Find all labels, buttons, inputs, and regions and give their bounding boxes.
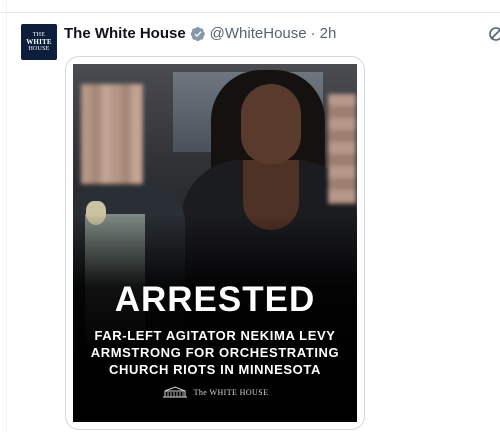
image-subline: ARMSTRONG FOR ORCHESTRATING xyxy=(90,345,340,360)
brand-text: The WHITE HOUSE xyxy=(193,387,269,397)
avatar-text: WHITE xyxy=(26,37,52,46)
image-subline: FAR-LEFT AGITATOR NEKIMA LEVY xyxy=(94,328,336,343)
avatar[interactable]: THE WHITE HOUSE xyxy=(21,24,57,60)
image-headline: ARRESTED xyxy=(114,280,316,319)
post-image[interactable]: ARRESTED FAR-LEFT AGITATOR NEKIMA LEVY A… xyxy=(73,64,357,422)
media-card[interactable]: ARRESTED FAR-LEFT AGITATOR NEKIMA LEVY A… xyxy=(65,56,365,430)
image-subline: CHURCH RIOTS IN MINNESOTA xyxy=(109,362,321,377)
blurred-face xyxy=(328,94,356,204)
grok-icon[interactable] xyxy=(488,26,500,42)
handle[interactable]: @WhiteHouse xyxy=(210,24,307,44)
photo-subject-face xyxy=(241,84,301,164)
divider xyxy=(0,12,500,13)
verified-badge-icon[interactable] xyxy=(190,26,206,42)
display-name[interactable]: The White House xyxy=(64,24,186,44)
timestamp[interactable]: 2h xyxy=(320,24,337,44)
tweet-frame: THE WHITE HOUSE The White House @WhiteHo… xyxy=(0,0,500,432)
post-header: The White House @WhiteHouse · 2h xyxy=(64,24,336,44)
blurred-face xyxy=(81,84,143,184)
separator-dot: · xyxy=(310,25,316,42)
avatar-text: HOUSE xyxy=(28,45,50,52)
divider xyxy=(6,0,7,432)
white-house-building-icon xyxy=(162,386,187,398)
image-brand: The WHITE HOUSE xyxy=(73,384,357,400)
